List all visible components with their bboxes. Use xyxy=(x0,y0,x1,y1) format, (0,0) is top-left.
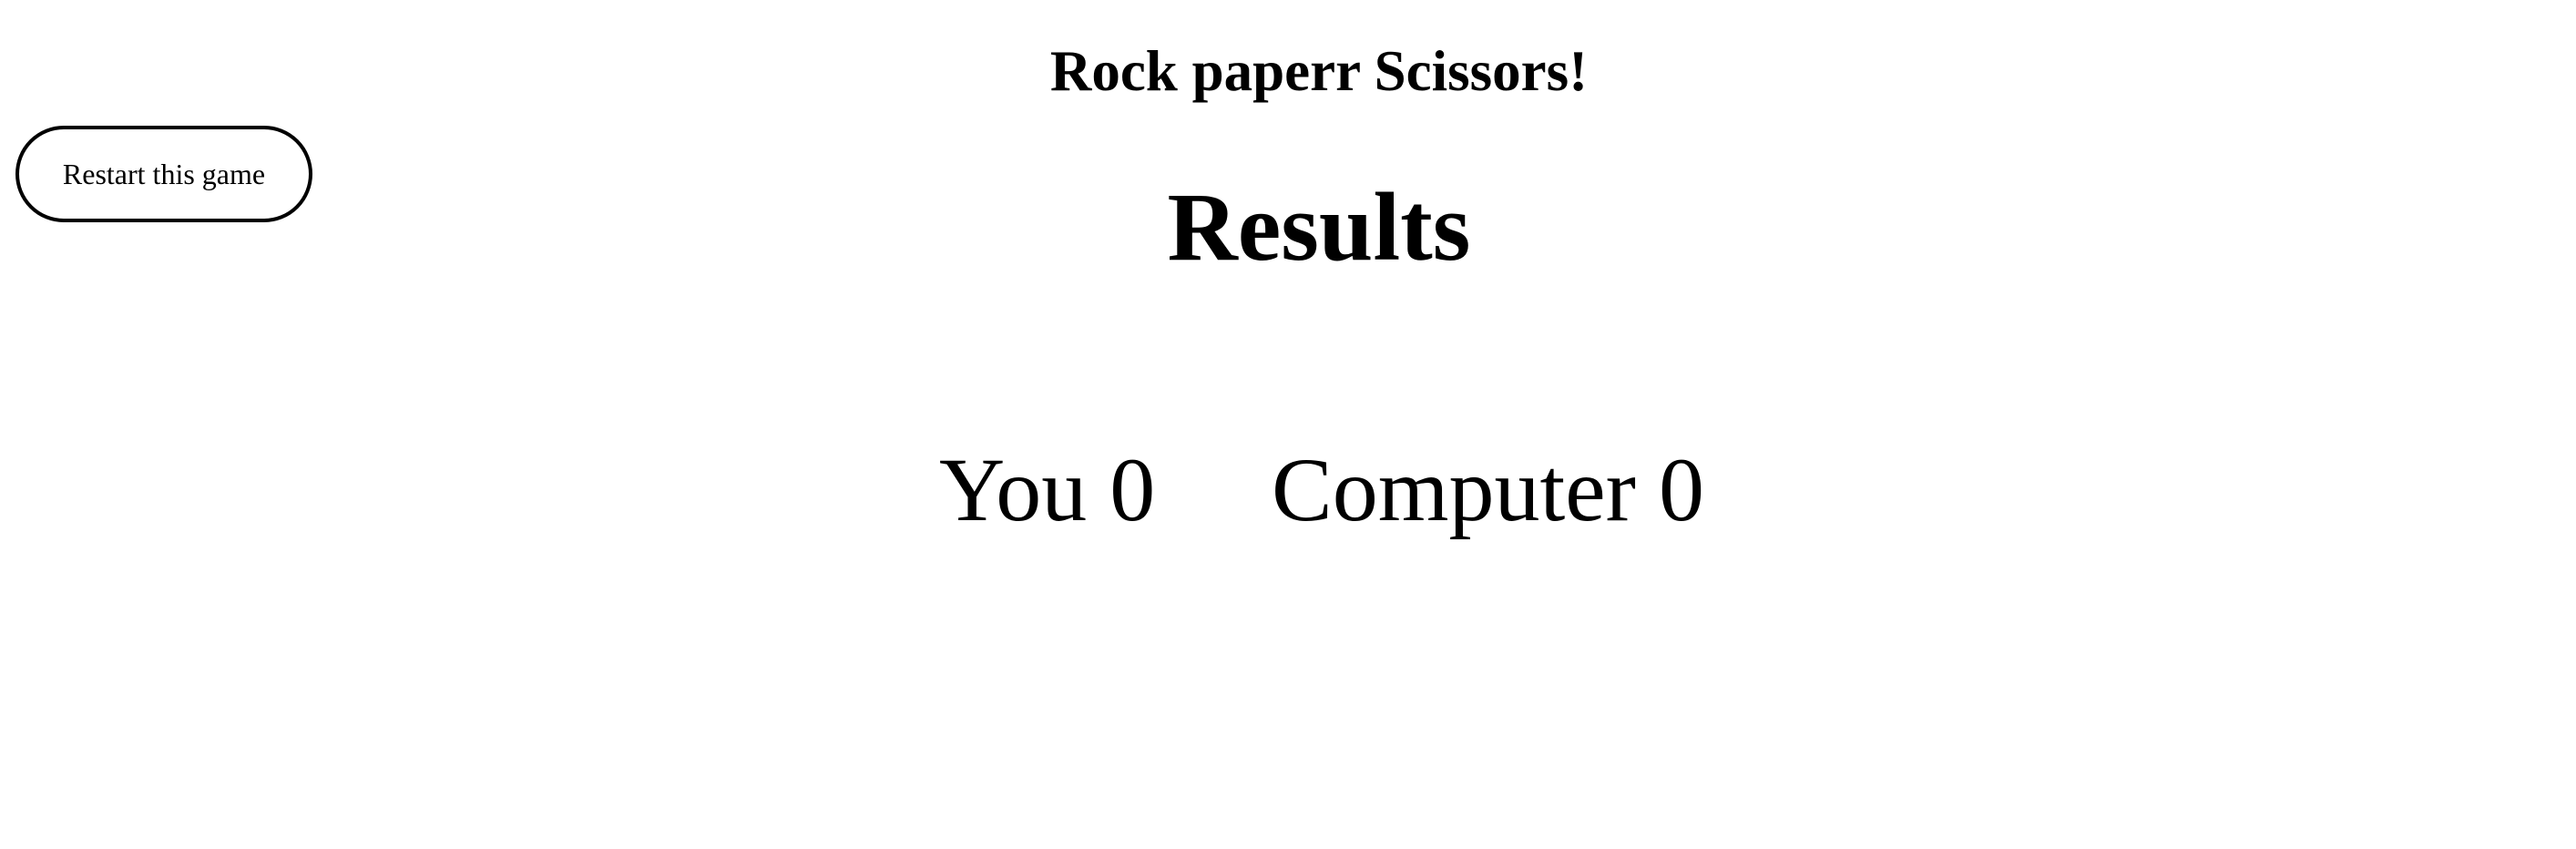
page-title: Rock paperr Scissors! xyxy=(1049,39,1589,103)
player-score-value: 0 xyxy=(1109,439,1156,540)
scoreboard: You 0 Computer 0 xyxy=(0,435,2576,545)
player-label: You xyxy=(939,439,1088,540)
computer-label: Computer xyxy=(1272,439,1636,540)
computer-score-value: 0 xyxy=(1658,439,1704,540)
game-page: Rock paperr Scissors! Restart this game … xyxy=(0,0,2576,849)
player-score: You 0 xyxy=(939,435,1155,545)
results-heading: Results xyxy=(1167,174,1471,281)
computer-score: Computer 0 xyxy=(1272,435,1704,545)
